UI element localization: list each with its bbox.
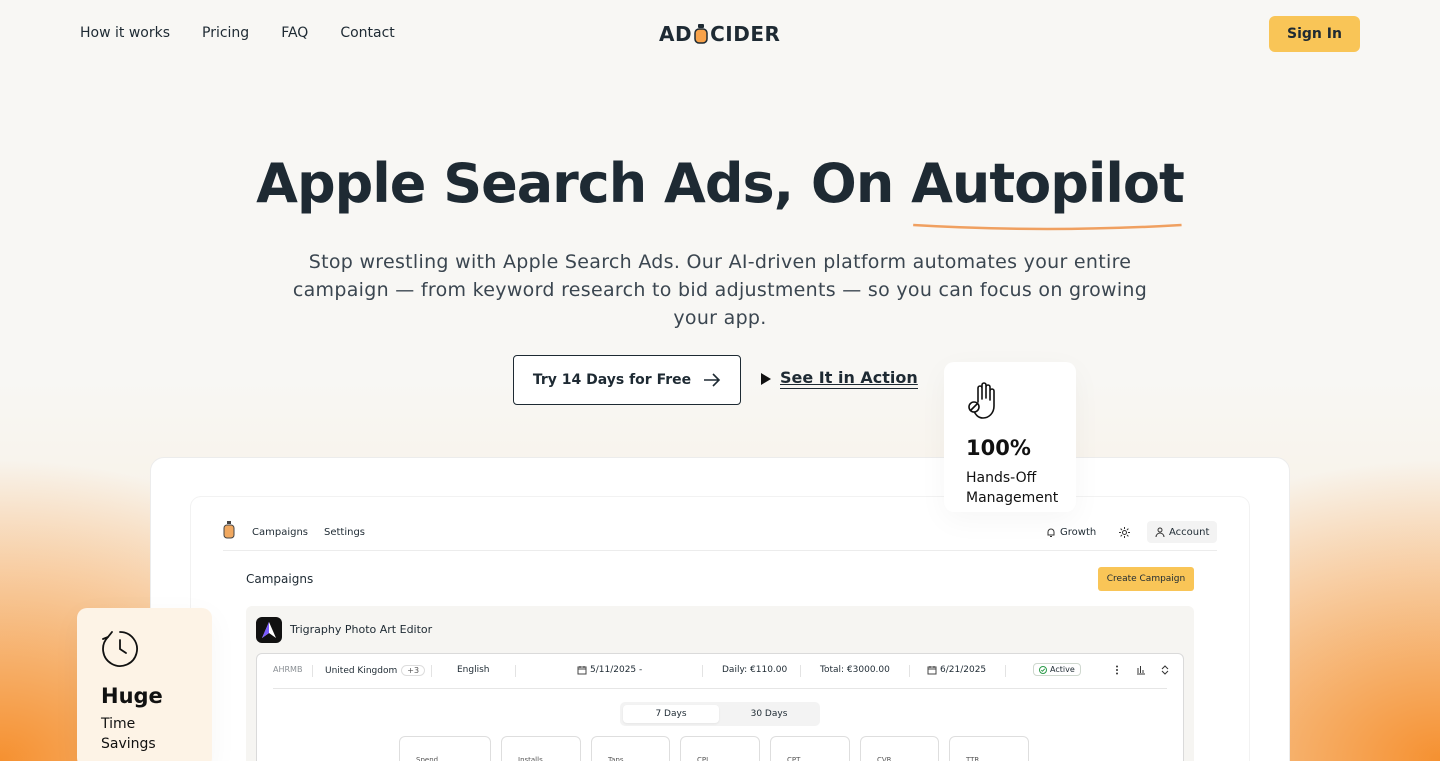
status-label: Active — [1050, 665, 1075, 674]
jar-icon — [694, 24, 708, 44]
jar-icon — [223, 521, 235, 539]
hands-off-card: 100% Hands-Off Management — [944, 362, 1076, 512]
app-name: Trigraphy Photo Art Editor — [290, 623, 433, 636]
app-tab-settings[interactable]: Settings — [324, 527, 365, 538]
divider — [702, 665, 703, 677]
app-preview: Campaigns Settings Growth Account Campai… — [191, 497, 1249, 761]
metric-installs[interactable]: Installs — [501, 736, 581, 761]
hands-off-line2: Management — [966, 490, 1059, 506]
plan-indicator[interactable]: Growth — [1046, 527, 1096, 538]
campaign-card[interactable]: AHRMB United Kingdom +3 English 5/11/202… — [256, 653, 1184, 761]
hand-icon — [968, 382, 995, 419]
hero-title-main: Apple Search Ads, On — [256, 152, 912, 215]
end-date: 6/21/2025 — [940, 665, 987, 675]
create-campaign-button[interactable]: Create Campaign — [1098, 567, 1194, 591]
metric-ttr[interactable]: TTR — [949, 736, 1029, 761]
nav-links: How it works Pricing FAQ Contact — [80, 25, 395, 41]
hero-title-highlight: Autopilot — [911, 152, 1185, 231]
arrow-right-icon — [704, 373, 721, 387]
hero-title-highlight-text: Autopilot — [911, 152, 1185, 215]
account-label: Account — [1169, 526, 1210, 538]
metric-cvr[interactable]: CVR — [860, 736, 939, 761]
hands-off-line1: Hands-Off — [966, 470, 1037, 486]
see-in-action-link[interactable]: See It in Action — [760, 368, 918, 389]
range-7-days[interactable]: 7 Days — [623, 705, 719, 723]
hands-off-value: 100% — [966, 436, 1031, 460]
time-savings-value: Huge — [101, 684, 163, 708]
nav-faq[interactable]: FAQ — [281, 25, 308, 41]
app-icon — [256, 617, 282, 643]
country-extra-badge: +3 — [401, 665, 426, 676]
logo-text-right: CIDER — [710, 22, 781, 46]
campaign-language: English — [457, 665, 490, 675]
sign-in-button[interactable]: Sign In — [1269, 16, 1360, 52]
campaign-daily-budget: Daily: €110.00 — [722, 665, 788, 675]
time-savings-line2: Savings — [101, 736, 156, 752]
top-nav: How it works Pricing FAQ Contact AD CIDE… — [0, 0, 1440, 68]
metric-cpi[interactable]: CPI — [680, 736, 760, 761]
time-savings-line1: Time — [101, 716, 136, 732]
logo-text-left: AD — [659, 22, 693, 46]
metric-taps[interactable]: Taps — [591, 736, 670, 761]
divider — [1005, 665, 1006, 677]
expand-chevrons-icon[interactable] — [1161, 665, 1169, 675]
divider — [909, 665, 910, 677]
start-date: 5/11/2025 - — [590, 665, 643, 675]
campaigns-heading: Campaigns — [246, 572, 314, 586]
divider — [431, 665, 432, 677]
try-free-label: Try 14 Days for Free — [532, 372, 692, 388]
divider — [800, 665, 801, 677]
time-savings-label: Time Savings — [101, 714, 188, 754]
user-icon — [1155, 527, 1165, 537]
theme-toggle[interactable] — [1119, 527, 1130, 538]
logo[interactable]: AD CIDER — [659, 22, 780, 46]
metric-cpt[interactable]: CPT — [770, 736, 850, 761]
account-button[interactable]: Account — [1147, 521, 1218, 543]
campaign-total-budget: Total: €3000.00 — [820, 665, 890, 675]
metric-spend[interactable]: Spend — [399, 736, 491, 761]
campaign-code: AHRMB — [273, 665, 303, 674]
status-badge: Active — [1033, 663, 1081, 676]
app-nav: Campaigns Settings Growth Account — [223, 521, 1218, 551]
try-free-button[interactable]: Try 14 Days for Free — [513, 355, 741, 405]
clock-icon — [102, 631, 138, 667]
campaign-start: 5/11/2025 - — [577, 665, 642, 675]
nav-pricing[interactable]: Pricing — [202, 25, 249, 41]
check-circle-icon — [1039, 665, 1047, 674]
app-campaign-panel: Trigraphy Photo Art Editor AHRMB United … — [246, 606, 1194, 761]
divider — [312, 665, 313, 677]
nav-contact[interactable]: Contact — [340, 25, 394, 41]
nav-how-it-works[interactable]: How it works — [80, 25, 170, 41]
card-divider — [273, 688, 1167, 689]
calendar-end-icon — [927, 666, 937, 675]
range-toggle: 7 Days 30 Days — [620, 702, 820, 726]
sun-icon — [1119, 527, 1130, 538]
underline-decoration — [913, 223, 1182, 231]
calendar-icon — [577, 666, 587, 675]
hero-subtitle: Stop wrestling with Apple Search Ads. Ou… — [292, 251, 1148, 329]
country-label: United Kingdom — [325, 665, 398, 676]
campaign-end: 6/21/2025 — [927, 665, 986, 675]
app-tab-campaigns[interactable]: Campaigns — [252, 527, 308, 538]
see-in-action-label: See It in Action — [780, 368, 918, 389]
active-badge: Active — [1033, 663, 1081, 676]
hero-title: Apple Search Ads, On Autopilot — [0, 152, 1440, 231]
plan-label: Growth — [1060, 527, 1097, 538]
campaign-country: United Kingdom +3 — [325, 665, 426, 676]
more-options-icon[interactable] — [1115, 665, 1119, 675]
divider — [515, 665, 516, 677]
bar-chart-icon[interactable] — [1136, 665, 1146, 675]
time-savings-card: Huge Time Savings — [77, 608, 212, 761]
hands-off-label: Hands-Off Management — [966, 468, 1059, 508]
range-30-days[interactable]: 30 Days — [721, 705, 817, 723]
bell-icon — [1047, 528, 1055, 537]
play-icon — [761, 372, 771, 385]
